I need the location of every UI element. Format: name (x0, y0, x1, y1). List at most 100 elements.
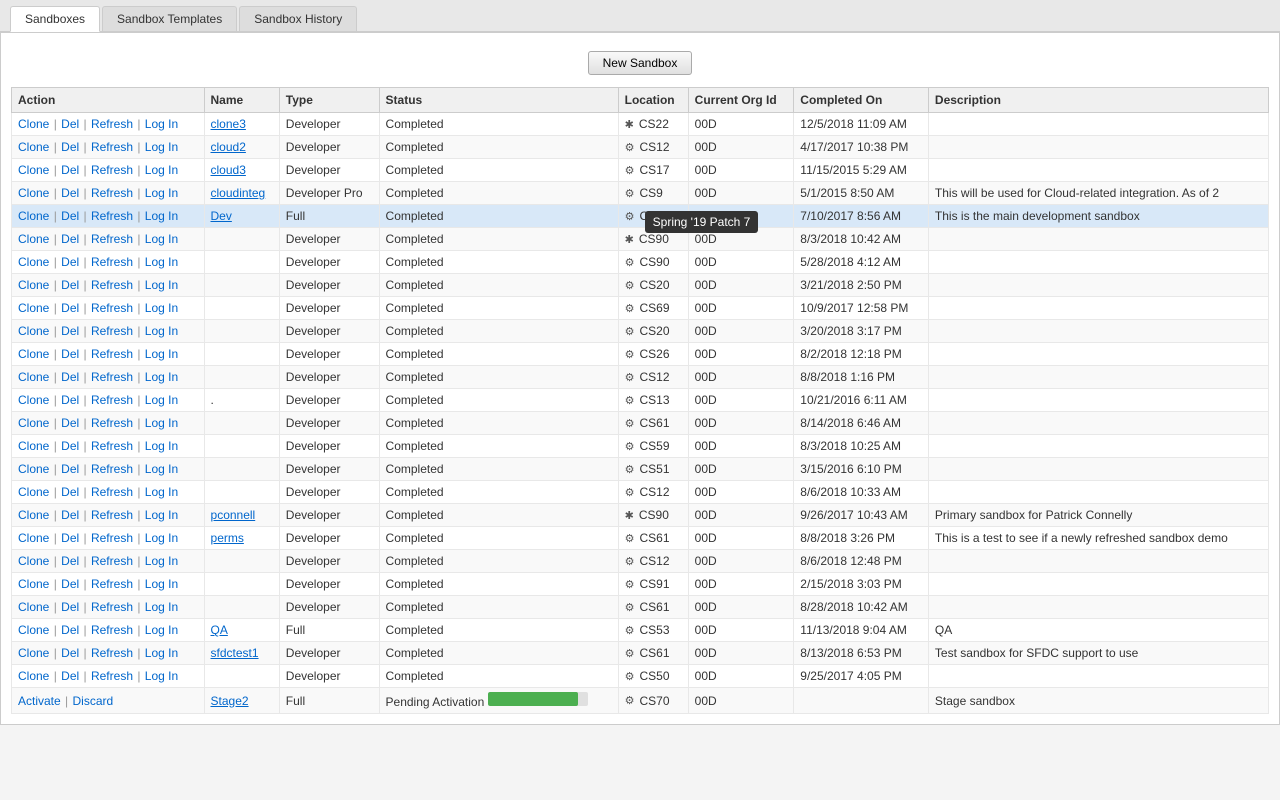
action-link-log-in[interactable]: Log In (145, 324, 178, 338)
action-link-log-in[interactable]: Log In (145, 669, 178, 683)
sandbox-name-link[interactable]: cloud3 (211, 163, 246, 177)
action-link-del[interactable]: Del (61, 577, 79, 591)
action-link-refresh[interactable]: Refresh (91, 140, 133, 154)
action-link-clone[interactable]: Clone (18, 439, 49, 453)
action-link-del[interactable]: Del (61, 531, 79, 545)
action-link-log-in[interactable]: Log In (145, 370, 178, 384)
action-link-refresh[interactable]: Refresh (91, 278, 133, 292)
action-link-clone[interactable]: Clone (18, 278, 49, 292)
action-link-log-in[interactable]: Log In (145, 646, 178, 660)
action-link-del[interactable]: Del (61, 393, 79, 407)
action-link-del[interactable]: Del (61, 117, 79, 131)
action-link-del[interactable]: Del (61, 508, 79, 522)
action-link-refresh[interactable]: Refresh (91, 669, 133, 683)
action-link-clone[interactable]: Clone (18, 370, 49, 384)
action-link-log-in[interactable]: Log In (145, 117, 178, 131)
action-link-refresh[interactable]: Refresh (91, 600, 133, 614)
sandbox-name-link[interactable]: cloud2 (211, 140, 246, 154)
action-link-log-in[interactable]: Log In (145, 577, 178, 591)
action-link-refresh[interactable]: Refresh (91, 462, 133, 476)
action-link-clone[interactable]: Clone (18, 508, 49, 522)
action-link-refresh[interactable]: Refresh (91, 646, 133, 660)
action-link-refresh[interactable]: Refresh (91, 324, 133, 338)
action-link-clone[interactable]: Clone (18, 393, 49, 407)
action-link-refresh[interactable]: Refresh (91, 370, 133, 384)
action-link-log-in[interactable]: Log In (145, 163, 178, 177)
action-link-clone[interactable]: Clone (18, 600, 49, 614)
action-link-refresh[interactable]: Refresh (91, 255, 133, 269)
action-link-refresh[interactable]: Refresh (91, 508, 133, 522)
sandbox-name-link[interactable]: sfdctest1 (211, 646, 259, 660)
tab-sandbox-history[interactable]: Sandbox History (239, 6, 357, 31)
sandbox-name-link[interactable]: clone3 (211, 117, 246, 131)
sandbox-name-link[interactable]: perms (211, 531, 244, 545)
action-link-log-in[interactable]: Log In (145, 485, 178, 499)
action-link-clone[interactable]: Clone (18, 485, 49, 499)
action-link-del[interactable]: Del (61, 600, 79, 614)
action-link-log-in[interactable]: Log In (145, 439, 178, 453)
action-link-refresh[interactable]: Refresh (91, 439, 133, 453)
action-link-activate[interactable]: Activate (18, 694, 61, 708)
action-link-refresh[interactable]: Refresh (91, 117, 133, 131)
action-link-refresh[interactable]: Refresh (91, 186, 133, 200)
action-link-log-in[interactable]: Log In (145, 462, 178, 476)
action-link-log-in[interactable]: Log In (145, 531, 178, 545)
action-link-clone[interactable]: Clone (18, 186, 49, 200)
action-link-discard[interactable]: Discard (72, 694, 113, 708)
action-link-refresh[interactable]: Refresh (91, 393, 133, 407)
action-link-del[interactable]: Del (61, 301, 79, 315)
action-link-clone[interactable]: Clone (18, 324, 49, 338)
action-link-refresh[interactable]: Refresh (91, 163, 133, 177)
action-link-clone[interactable]: Clone (18, 163, 49, 177)
action-link-clone[interactable]: Clone (18, 646, 49, 660)
tab-sandbox-templates[interactable]: Sandbox Templates (102, 6, 237, 31)
action-link-clone[interactable]: Clone (18, 140, 49, 154)
action-link-del[interactable]: Del (61, 623, 79, 637)
action-link-del[interactable]: Del (61, 416, 79, 430)
action-link-refresh[interactable]: Refresh (91, 301, 133, 315)
new-sandbox-button[interactable]: New Sandbox (588, 51, 693, 75)
action-link-del[interactable]: Del (61, 646, 79, 660)
action-link-log-in[interactable]: Log In (145, 600, 178, 614)
action-link-log-in[interactable]: Log In (145, 301, 178, 315)
action-link-del[interactable]: Del (61, 209, 79, 223)
action-link-clone[interactable]: Clone (18, 669, 49, 683)
action-link-refresh[interactable]: Refresh (91, 531, 133, 545)
action-link-log-in[interactable]: Log In (145, 186, 178, 200)
action-link-del[interactable]: Del (61, 439, 79, 453)
action-link-del[interactable]: Del (61, 140, 79, 154)
action-link-clone[interactable]: Clone (18, 531, 49, 545)
action-link-refresh[interactable]: Refresh (91, 485, 133, 499)
action-link-log-in[interactable]: Log In (145, 554, 178, 568)
action-link-del[interactable]: Del (61, 255, 79, 269)
action-link-log-in[interactable]: Log In (145, 209, 178, 223)
action-link-clone[interactable]: Clone (18, 232, 49, 246)
sandbox-name-link[interactable]: QA (211, 623, 228, 637)
action-link-clone[interactable]: Clone (18, 462, 49, 476)
action-link-del[interactable]: Del (61, 278, 79, 292)
action-link-clone[interactable]: Clone (18, 347, 49, 361)
action-link-del[interactable]: Del (61, 232, 79, 246)
action-link-refresh[interactable]: Refresh (91, 554, 133, 568)
action-link-log-in[interactable]: Log In (145, 255, 178, 269)
sandbox-name-link[interactable]: pconnell (211, 508, 256, 522)
action-link-refresh[interactable]: Refresh (91, 232, 133, 246)
sandbox-name-link[interactable]: Stage2 (211, 694, 249, 708)
action-link-clone[interactable]: Clone (18, 209, 49, 223)
action-link-log-in[interactable]: Log In (145, 140, 178, 154)
action-link-del[interactable]: Del (61, 669, 79, 683)
action-link-del[interactable]: Del (61, 554, 79, 568)
action-link-log-in[interactable]: Log In (145, 278, 178, 292)
action-link-del[interactable]: Del (61, 347, 79, 361)
sandbox-name-link[interactable]: Dev (211, 209, 232, 223)
tab-sandboxes[interactable]: Sandboxes (10, 6, 100, 32)
action-link-refresh[interactable]: Refresh (91, 416, 133, 430)
action-link-clone[interactable]: Clone (18, 623, 49, 637)
action-link-log-in[interactable]: Log In (145, 232, 178, 246)
action-link-del[interactable]: Del (61, 370, 79, 384)
action-link-del[interactable]: Del (61, 462, 79, 476)
action-link-refresh[interactable]: Refresh (91, 623, 133, 637)
action-link-log-in[interactable]: Log In (145, 416, 178, 430)
action-link-log-in[interactable]: Log In (145, 347, 178, 361)
action-link-clone[interactable]: Clone (18, 416, 49, 430)
